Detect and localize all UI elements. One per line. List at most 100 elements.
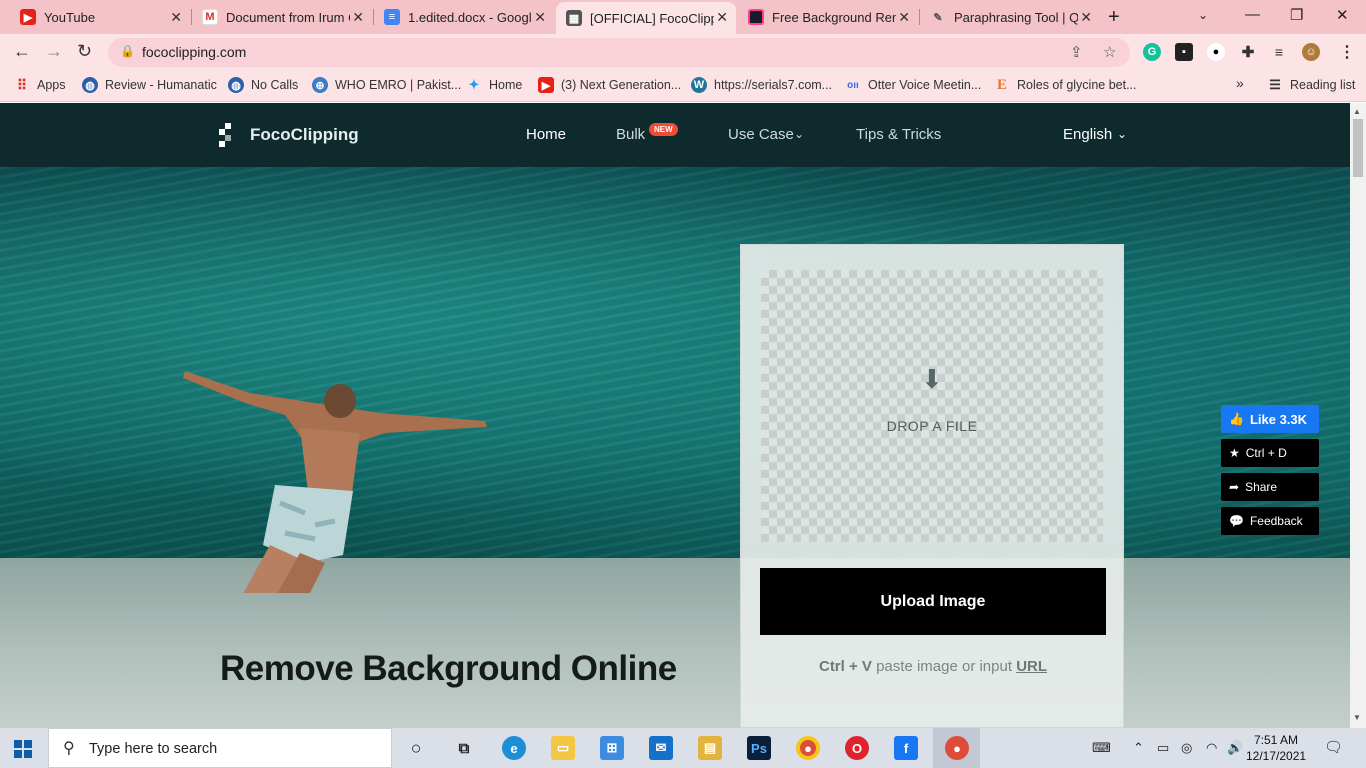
bookmark-label: No Calls <box>251 78 299 92</box>
close-icon[interactable]: ✕ <box>170 9 182 26</box>
e-icon: E <box>996 76 1007 93</box>
file-explorer-icon[interactable]: ▭ <box>551 736 575 760</box>
chevron-down-icon[interactable]: ⌄ <box>794 127 804 141</box>
tab-fococlipping[interactable]: ▦ [OFFICIAL] FocoClipping ✕ <box>556 2 736 34</box>
nav-home[interactable]: Home <box>526 126 566 143</box>
bookmark-next-generation[interactable]: ▶ (3) Next Generation... <box>538 77 681 93</box>
media-control-icon[interactable]: ≡ <box>1270 43 1288 61</box>
forward-arrow-icon[interactable]: → <box>45 41 63 62</box>
bookmark-glycine[interactable]: E Roles of glycine bet... <box>994 77 1137 93</box>
chrome-icon[interactable]: ● <box>796 736 820 760</box>
bookmark-twitter-home[interactable]: ✦ Home <box>466 77 523 93</box>
reload-icon[interactable]: ↻ <box>77 41 92 62</box>
battery-icon[interactable]: ▭ <box>1157 740 1169 756</box>
archive-icon[interactable]: ▤ <box>698 736 722 760</box>
bookmark-otter[interactable]: oıı Otter Voice Meetin... <box>845 77 981 93</box>
chrome-profile-icon[interactable]: ● <box>945 736 969 760</box>
chevron-down-icon[interactable]: ⌄ <box>1117 127 1127 141</box>
panda-icon[interactable]: ● <box>1207 43 1225 61</box>
wifi-icon[interactable]: ◠ <box>1206 740 1217 756</box>
tab-gmail[interactable]: M Document from Irum Q ✕ <box>192 2 372 32</box>
windows-start-button[interactable] <box>14 740 32 758</box>
bookmark-label: (3) Next Generation... <box>561 78 682 92</box>
edge-icon[interactable]: e <box>502 736 526 760</box>
tab-title: YouTube <box>44 9 96 25</box>
extension-icon[interactable]: ▪ <box>1175 43 1193 61</box>
windows-taskbar: ⚲ Type here to search ○ ⧉ e ▭ ⊞ ✉ ▤ Ps ●… <box>0 728 1366 768</box>
bookmark-shortcut-button[interactable]: ★ Ctrl + D <box>1221 439 1319 467</box>
scroll-down-arrow-icon[interactable]: ▼ <box>1353 713 1361 722</box>
bookmark-who-emro[interactable]: ⊕ WHO EMRO | Pakist... <box>312 77 461 93</box>
fococlipping-icon: ▦ <box>566 10 582 26</box>
tab-background-remover[interactable]: Free Background Rem ✕ <box>738 2 918 32</box>
chevron-up-icon[interactable]: ⌃ <box>1133 740 1144 756</box>
back-arrow-icon[interactable]: ← <box>13 41 31 62</box>
upload-image-button[interactable]: Upload Image <box>760 568 1106 635</box>
photoshop-icon[interactable]: Ps <box>747 736 771 760</box>
brand-name[interactable]: FocoClipping <box>250 125 359 145</box>
webcam-icon[interactable]: ◎ <box>1181 740 1192 756</box>
close-icon[interactable]: ✕ <box>1080 9 1092 26</box>
tab-title: Free Background Rem <box>772 9 896 25</box>
bookmark-no-calls[interactable]: ◍ No Calls <box>228 77 298 93</box>
vertical-scrollbar[interactable]: ▲ ▼ <box>1350 103 1366 728</box>
url-link[interactable]: URL <box>1016 658 1047 675</box>
taskbar-search-box[interactable]: ⚲ Type here to search <box>48 728 392 768</box>
bookmarks-overflow-button[interactable]: » <box>1236 75 1244 91</box>
thumbs-up-icon: 👍 <box>1229 412 1244 426</box>
address-bar[interactable]: 🔒 fococlipping.com ⇪ ☆ <box>108 38 1130 67</box>
scrollbar-thumb[interactable] <box>1353 119 1363 177</box>
twitter-icon: ✦ <box>468 77 480 92</box>
fococlipping-logo[interactable] <box>219 123 237 147</box>
notifications-icon[interactable]: 🗨 <box>1324 738 1343 756</box>
facebook-icon[interactable]: f <box>894 736 918 760</box>
keyboard-icon[interactable]: ⌨ <box>1092 740 1111 756</box>
language-selector[interactable]: English <box>1063 126 1112 143</box>
system-clock[interactable]: 7:51 AM 12/17/2021 <box>1246 732 1306 764</box>
mail-icon[interactable]: ✉ <box>649 736 673 760</box>
feedback-button[interactable]: 💬 Feedback <box>1221 507 1319 535</box>
reading-list-button[interactable]: ☰ Reading list <box>1267 77 1355 93</box>
nav-tips-tricks[interactable]: Tips & Tricks <box>856 126 941 143</box>
close-window-button[interactable]: ✕ <box>1336 6 1349 24</box>
tab-search-chevron-icon[interactable]: ⌄ <box>1198 8 1208 22</box>
microsoft-store-icon[interactable]: ⊞ <box>600 736 624 760</box>
diver-image <box>183 371 487 593</box>
close-icon[interactable]: ✕ <box>534 9 546 26</box>
tab-quillbot[interactable]: ✎ Paraphrasing Tool | Qu ✕ <box>920 2 1100 32</box>
tab-title: Document from Irum Q <box>226 9 350 25</box>
close-icon[interactable]: ✕ <box>716 9 728 26</box>
share-button[interactable]: ➦ Share <box>1221 473 1319 501</box>
nav-use-case[interactable]: Use Case <box>728 126 794 143</box>
close-icon[interactable]: ✕ <box>898 9 910 26</box>
tab-google-docs[interactable]: ≡ 1.edited.docx - Google ✕ <box>374 2 554 32</box>
grammarly-icon[interactable]: G <box>1143 43 1161 61</box>
minimize-button[interactable]: — <box>1245 6 1260 23</box>
facebook-like-button[interactable]: 👍 Like 3.3K <box>1221 405 1319 433</box>
scroll-up-arrow-icon[interactable]: ▲ <box>1353 107 1361 116</box>
url-text[interactable]: fococlipping.com <box>142 44 246 60</box>
puzzle-extensions-icon[interactable]: ✚ <box>1239 43 1257 61</box>
cortana-icon[interactable]: ○ <box>404 736 428 760</box>
maximize-button[interactable]: ❐ <box>1290 6 1303 24</box>
task-view-icon[interactable]: ⧉ <box>452 736 476 760</box>
tab-youtube[interactable]: ▶ YouTube ✕ <box>10 2 190 32</box>
opera-icon[interactable]: O <box>845 736 869 760</box>
bookmark-star-icon[interactable]: ☆ <box>1103 43 1116 61</box>
lock-icon[interactable]: 🔒 <box>120 44 135 58</box>
new-tab-button[interactable]: + <box>1108 6 1120 29</box>
close-icon[interactable]: ✕ <box>352 9 364 26</box>
paste-text: paste image or input <box>871 658 1017 675</box>
bookmark-serials7[interactable]: W https://serials7.com... <box>691 77 832 93</box>
nav-bulk[interactable]: Bulk <box>616 126 645 143</box>
bookmark-label: Otter Voice Meetin... <box>868 78 982 92</box>
bookmark-label: https://serials7.com... <box>714 78 833 92</box>
feedback-label: Feedback <box>1249 514 1303 528</box>
menu-kebab-icon[interactable]: ⋮ <box>1338 43 1356 61</box>
share-page-icon[interactable]: ⇪ <box>1070 43 1083 61</box>
bookmark-humanatic[interactable]: ◍ Review - Humanatic <box>82 77 217 93</box>
file-drop-zone[interactable]: ⬇ DROP A FILE <box>761 270 1103 542</box>
profile-avatar[interactable]: ☺ <box>1302 43 1320 61</box>
volume-icon[interactable]: 🔊 <box>1227 740 1243 756</box>
bookmark-apps[interactable]: ⠿ Apps <box>14 77 66 93</box>
